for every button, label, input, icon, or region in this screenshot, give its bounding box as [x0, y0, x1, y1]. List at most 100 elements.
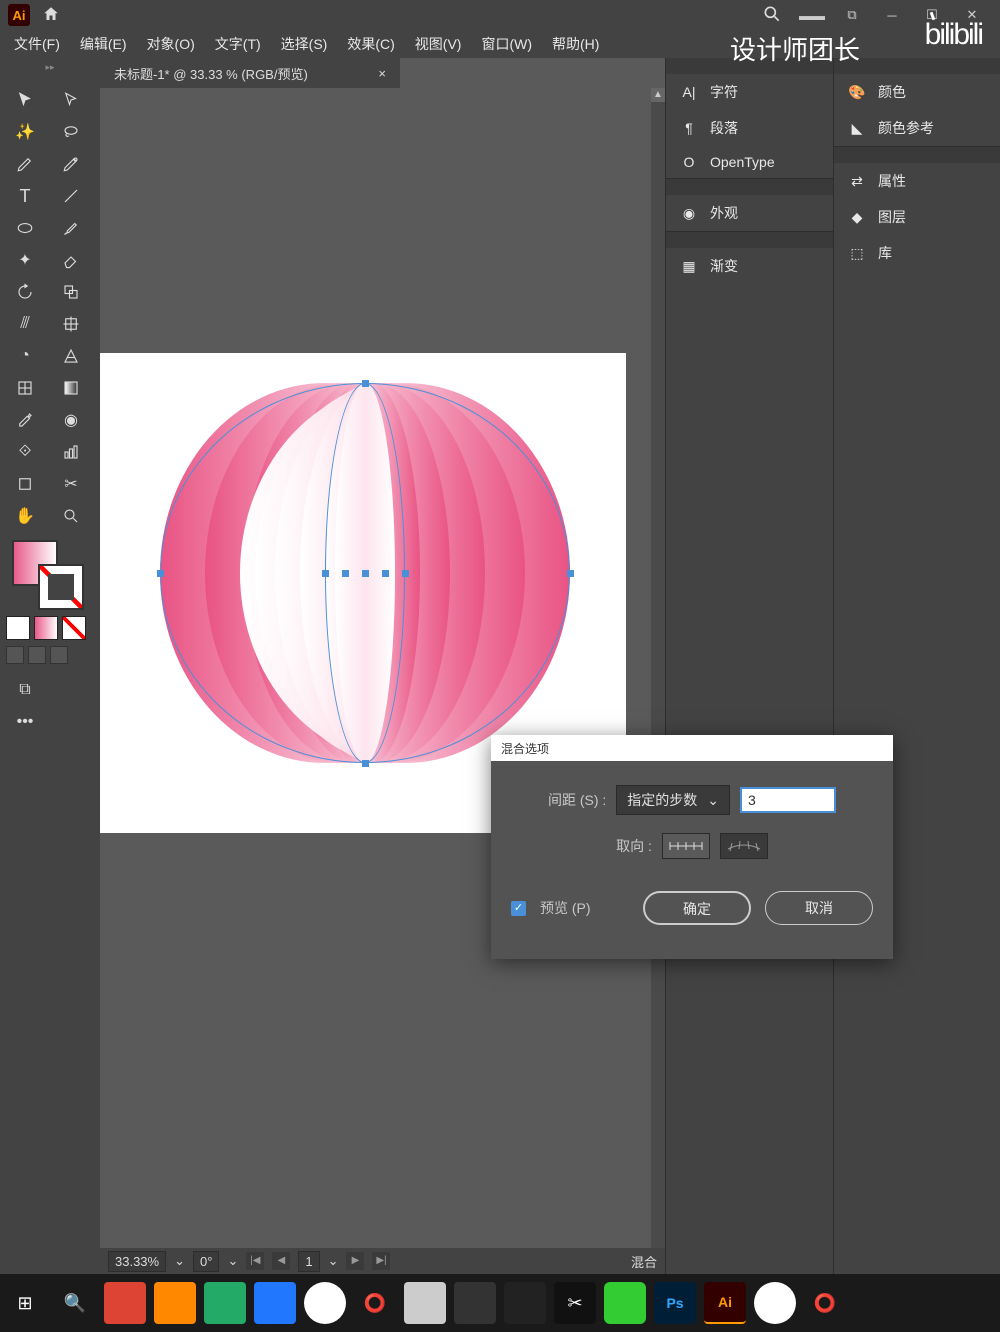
zoom-tool[interactable]: [52, 502, 90, 530]
taskbar-app[interactable]: [204, 1282, 246, 1324]
menu-window[interactable]: 窗口(W): [471, 30, 542, 58]
anchor-point[interactable]: [567, 570, 574, 577]
pen-tool[interactable]: [6, 150, 44, 178]
ellipse-tool[interactable]: [6, 214, 44, 242]
artboard-number[interactable]: 1: [298, 1251, 319, 1272]
anchor-point[interactable]: [382, 570, 389, 577]
taskbar-app[interactable]: ⭕: [804, 1282, 846, 1324]
eyedropper-tool[interactable]: [6, 406, 44, 434]
taskbar-start[interactable]: ⊞: [4, 1282, 46, 1324]
anchor-point[interactable]: [157, 570, 164, 577]
prev-artboard-icon[interactable]: ◀: [272, 1252, 290, 1270]
panel-color-guide[interactable]: ◣颜色参考: [834, 110, 1000, 146]
document-tab[interactable]: 未标题-1* @ 33.33 % (RGB/预览) ×: [100, 58, 400, 88]
screen-mode[interactable]: ⧉: [6, 676, 44, 704]
perspective-tool[interactable]: [52, 342, 90, 370]
taskbar-chrome[interactable]: [304, 1282, 346, 1324]
taskbar-app[interactable]: [254, 1282, 296, 1324]
taskbar-app[interactable]: ✂: [554, 1282, 596, 1324]
search-icon[interactable]: [752, 4, 792, 27]
eraser-tool[interactable]: [52, 246, 90, 274]
menu-type[interactable]: 文字(T): [205, 30, 271, 58]
anchor-point[interactable]: [342, 570, 349, 577]
menu-help[interactable]: 帮助(H): [542, 30, 609, 58]
stroke-swatch[interactable]: [38, 564, 84, 610]
column-graph-tool[interactable]: [52, 438, 90, 466]
minimize-button[interactable]: ─: [872, 8, 912, 23]
color-mode-solid[interactable]: [6, 616, 30, 640]
color-mode-gradient[interactable]: [34, 616, 58, 640]
paintbrush-tool[interactable]: [52, 214, 90, 242]
home-icon[interactable]: [42, 5, 60, 26]
zoom-level[interactable]: 33.33%: [108, 1251, 166, 1272]
anchor-point[interactable]: [322, 570, 329, 577]
taskbar-app[interactable]: [454, 1282, 496, 1324]
color-mode-none[interactable]: [62, 616, 86, 640]
taskbar-photoshop[interactable]: Ps: [654, 1282, 696, 1324]
panel-layers[interactable]: ◆图层: [834, 199, 1000, 235]
gradient-tool[interactable]: [52, 374, 90, 402]
direct-selection-tool[interactable]: [52, 86, 90, 114]
first-artboard-icon[interactable]: |◀: [246, 1252, 264, 1270]
anchor-point[interactable]: [362, 760, 369, 767]
panel-properties[interactable]: ⇄属性: [834, 163, 1000, 199]
taskbar-app[interactable]: [404, 1282, 446, 1324]
menu-edit[interactable]: 编辑(E): [70, 30, 137, 58]
width-tool[interactable]: ⫻: [6, 310, 44, 338]
selection-tool[interactable]: [6, 86, 44, 114]
close-tab-icon[interactable]: ×: [378, 66, 386, 81]
chevron-down-icon[interactable]: ⌄: [328, 1253, 339, 1269]
cancel-button[interactable]: 取消: [765, 891, 873, 925]
taskbar-app[interactable]: [504, 1282, 546, 1324]
menu-effect[interactable]: 效果(C): [337, 30, 404, 58]
anchor-point[interactable]: [362, 570, 369, 577]
taskbar-app[interactable]: [154, 1282, 196, 1324]
menu-view[interactable]: 视图(V): [405, 30, 472, 58]
shape-builder-tool[interactable]: ◔: [6, 342, 44, 370]
fill-stroke-swatch[interactable]: [6, 540, 94, 610]
panel-color[interactable]: 🎨颜色: [834, 74, 1000, 110]
free-transform-tool[interactable]: [52, 310, 90, 338]
panel-libraries[interactable]: ⬚库: [834, 235, 1000, 271]
last-artboard-icon[interactable]: ▶|: [372, 1252, 390, 1270]
type-tool[interactable]: T: [6, 182, 44, 210]
symbol-sprayer-tool[interactable]: ⟐: [6, 438, 44, 466]
orient-align-path[interactable]: [720, 833, 768, 859]
magic-wand-tool[interactable]: ✨: [6, 118, 44, 146]
edit-toolbar[interactable]: •••: [6, 708, 44, 736]
menu-object[interactable]: 对象(O): [137, 30, 205, 58]
spacing-mode-select[interactable]: 指定的步数 ⌄: [616, 785, 730, 815]
artboard-tool[interactable]: [6, 470, 44, 498]
preview-checkbox[interactable]: ✓: [511, 901, 526, 916]
workspace-icon[interactable]: ▬▬: [792, 8, 832, 23]
rotate-tool[interactable]: [6, 278, 44, 306]
panel-paragraph[interactable]: ¶段落: [666, 110, 833, 146]
draw-behind[interactable]: [28, 646, 46, 664]
panel-gradient[interactable]: ▦渐变: [666, 248, 833, 284]
anchor-point[interactable]: [362, 380, 369, 387]
hand-tool[interactable]: ✋: [6, 502, 44, 530]
taskbar-app[interactable]: ⭕: [354, 1282, 396, 1324]
ok-button[interactable]: 确定: [643, 891, 751, 925]
menu-select[interactable]: 选择(S): [271, 30, 338, 58]
draw-normal[interactable]: [6, 646, 24, 664]
mesh-tool[interactable]: [6, 374, 44, 402]
line-tool[interactable]: [52, 182, 90, 210]
arrange-icon[interactable]: ⧉: [832, 7, 872, 23]
taskbar-app[interactable]: [104, 1282, 146, 1324]
slice-tool[interactable]: ✂: [52, 470, 90, 498]
panel-character[interactable]: A|字符: [666, 74, 833, 110]
taskbar-search[interactable]: 🔍: [54, 1282, 96, 1324]
next-artboard-icon[interactable]: ▶: [346, 1252, 364, 1270]
scroll-up-icon[interactable]: ▲: [651, 88, 665, 102]
scrollbar-vertical[interactable]: [651, 88, 665, 1274]
panel-appearance[interactable]: ◉外观: [666, 195, 833, 231]
curvature-tool[interactable]: [52, 150, 90, 178]
lasso-tool[interactable]: [52, 118, 90, 146]
blend-tool[interactable]: ◉: [52, 406, 90, 434]
menu-file[interactable]: 文件(F): [4, 30, 70, 58]
taskbar-illustrator[interactable]: Ai: [704, 1282, 746, 1324]
chevron-down-icon[interactable]: ⌄: [174, 1253, 185, 1269]
spacing-value-input[interactable]: [740, 787, 836, 813]
shaper-tool[interactable]: ✦: [6, 246, 44, 274]
